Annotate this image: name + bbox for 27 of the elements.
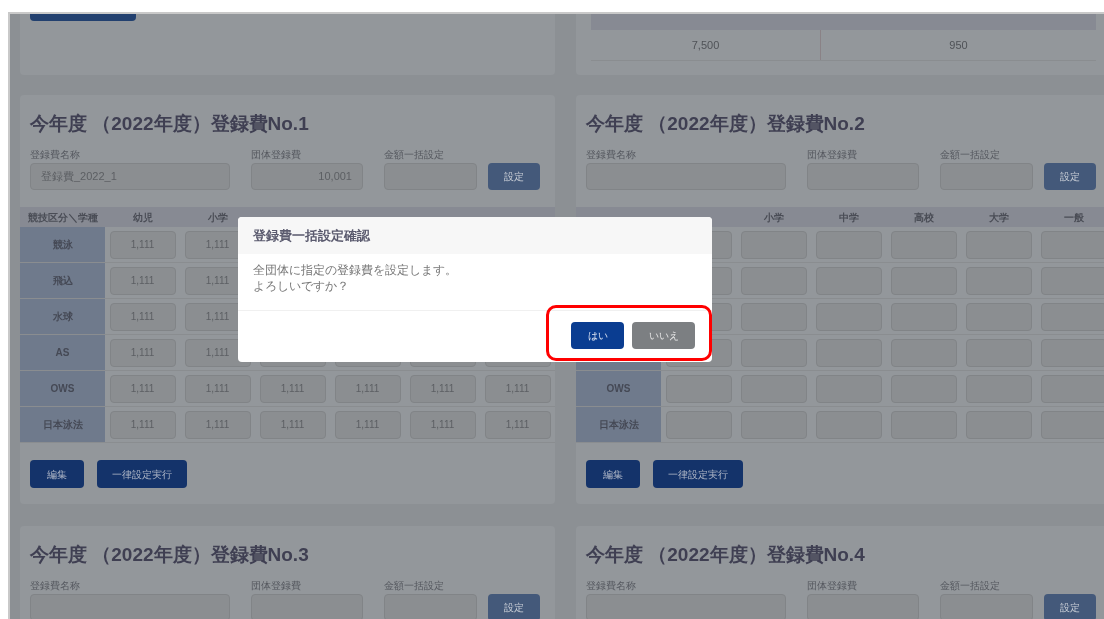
apply-button[interactable]: 一律設定実行: [653, 460, 743, 488]
button-edge[interactable]: [30, 14, 136, 21]
column-header: 競技区分＼学種: [27, 210, 98, 225]
card-title: 今年度 （2022年度）登録費No.4: [585, 543, 866, 567]
set-button[interactable]: 設定: [1044, 594, 1096, 619]
column-header: 小学: [763, 210, 784, 225]
dialog-message: 全団体に指定の登録費を設定します。: [253, 262, 458, 278]
card-title: 今年度 （2022年度）登録費No.2: [585, 112, 866, 136]
set-button[interactable]: 設定: [488, 594, 540, 619]
column-header: 小学: [207, 210, 228, 225]
table-cell: 7,500: [591, 30, 821, 60]
dialog-message: よろしいですか？: [253, 278, 350, 294]
card-title: 今年度 （2022年度）登録費No.1: [29, 112, 310, 136]
edit-button[interactable]: 編集: [586, 460, 640, 488]
column-header: 幼児: [132, 210, 153, 225]
column-header: 大学: [988, 210, 1009, 225]
dialog-title: 登録費一括設定確認: [253, 226, 370, 245]
set-button[interactable]: 設定: [1044, 163, 1096, 190]
edit-button[interactable]: 編集: [30, 460, 84, 488]
card-title: 今年度 （2022年度）登録費No.3: [29, 543, 310, 567]
table-cell-text: 950: [948, 37, 969, 53]
column-header: 中学: [838, 210, 859, 225]
yes-button[interactable]: はい: [571, 322, 624, 349]
apply-button[interactable]: 一律設定実行: [97, 460, 187, 488]
column-header: 高校: [913, 210, 934, 225]
no-button[interactable]: いいえ: [632, 322, 695, 349]
set-button[interactable]: 設定: [488, 163, 540, 190]
